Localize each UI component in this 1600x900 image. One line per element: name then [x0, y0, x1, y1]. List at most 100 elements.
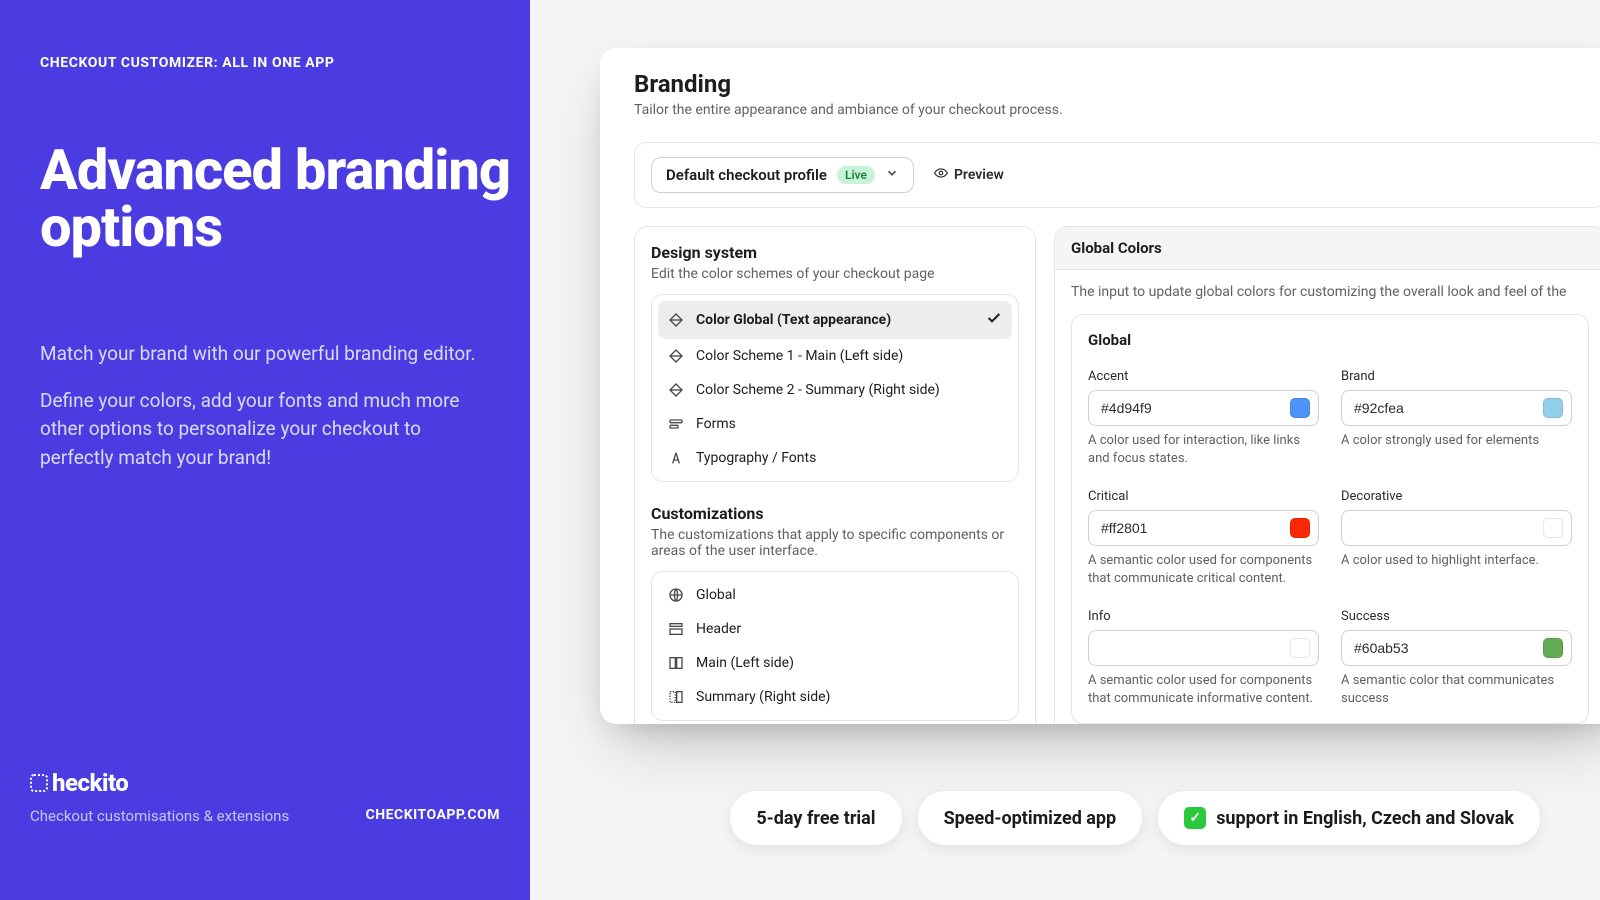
app-canvas: Branding Tailor the entire appearance an… [530, 0, 1600, 900]
custom-item-3[interactable]: Summary (Right side) [658, 680, 1012, 714]
color-value-input[interactable] [1101, 400, 1282, 416]
design-item-label: Typography / Fonts [696, 450, 816, 466]
brand-url: CHECKITOAPP.COM [366, 807, 500, 823]
design-item-2[interactable]: Color Scheme 2 - Summary (Right side) [658, 373, 1012, 407]
subhead-line-1: Match your brand with our powerful brand… [40, 340, 480, 369]
color-value-input[interactable] [1101, 520, 1282, 536]
color-field-label: Decorative [1341, 489, 1402, 504]
pill-speed: Speed-optimized app [918, 791, 1143, 845]
design-item-1[interactable]: Color Scheme 1 - Main (Left side) [658, 339, 1012, 373]
color-value-input[interactable] [1354, 520, 1535, 536]
toolbar: Default checkout profile Live Preview [634, 142, 1600, 208]
brand-logo: heckito [30, 769, 289, 797]
color-input[interactable] [1088, 510, 1319, 546]
page-title: Branding [634, 70, 1600, 98]
color-field-accent: AccentA color used for interaction, like… [1088, 365, 1319, 467]
brand-name: heckito [52, 769, 128, 797]
layout-icon [668, 621, 684, 637]
custom-item-label: Global [696, 587, 736, 603]
color-swatch[interactable] [1290, 638, 1310, 658]
design-system-list: Color Global (Text appearance) Color Sche… [651, 294, 1019, 482]
customizations-title: Customizations [651, 504, 1019, 523]
chevron-down-icon [885, 166, 899, 184]
color-field-label: Brand [1341, 369, 1375, 384]
color-value-input[interactable] [1354, 640, 1535, 656]
color-value-input[interactable] [1354, 400, 1535, 416]
pill-speed-label: Speed-optimized app [944, 808, 1117, 829]
paint-icon [668, 348, 684, 364]
layout-icon [668, 689, 684, 705]
customizations-list: Global Header Main (Left side) Summary (Rig… [651, 571, 1019, 721]
check-icon: ✓ [1184, 807, 1206, 829]
brand-logo-icon [30, 774, 48, 792]
color-input[interactable] [1341, 510, 1572, 546]
design-item-label: Color Scheme 1 - Main (Left side) [696, 348, 903, 364]
live-badge: Live [837, 166, 875, 184]
design-item-4[interactable]: Typography / Fonts [658, 441, 1012, 475]
marketing-panel: CHECKOUT CUSTOMIZER: ALL IN ONE APP Adva… [0, 0, 530, 900]
design-item-label: Color Global (Text appearance) [696, 312, 891, 328]
design-system-card: Design system Edit the color schemes of … [634, 226, 1036, 724]
color-swatch[interactable] [1290, 398, 1310, 418]
color-field-hint: A semantic color used for components tha… [1088, 672, 1319, 707]
color-input[interactable] [1341, 390, 1572, 426]
check-icon [986, 310, 1002, 330]
preview-label: Preview [954, 167, 1004, 183]
global-colors-desc: The input to update global colors for cu… [1055, 270, 1600, 300]
color-field-label: Critical [1088, 489, 1128, 504]
eyebrow-text: CHECKOUT CUSTOMIZER: ALL IN ONE APP [40, 55, 335, 71]
color-swatch[interactable] [1543, 398, 1563, 418]
color-value-input[interactable] [1101, 640, 1282, 656]
color-field-success: Success A semantic color that communicate… [1341, 605, 1572, 707]
color-input[interactable] [1088, 390, 1319, 426]
design-item-0[interactable]: Color Global (Text appearance) [658, 301, 1012, 339]
paint-icon [668, 312, 684, 328]
color-swatch[interactable] [1290, 518, 1310, 538]
page-description: Tailor the entire appearance and ambianc… [634, 102, 1600, 118]
pill-trial-label: 5-day free trial [756, 808, 875, 829]
custom-item-0[interactable]: Global [658, 578, 1012, 612]
color-field-critical: Critical A semantic color used for compon… [1088, 485, 1319, 587]
color-swatch[interactable] [1543, 638, 1563, 658]
pill-support-label: support in English, Czech and Slovak [1216, 808, 1514, 829]
subhead-text: Match your brand with our powerful brand… [40, 340, 480, 472]
paint-icon [668, 450, 684, 466]
pill-support: ✓ support in English, Czech and Slovak [1158, 791, 1540, 845]
layout-icon [668, 587, 684, 603]
color-input[interactable] [1088, 630, 1319, 666]
design-item-3[interactable]: Forms [658, 407, 1012, 441]
pill-trial: 5-day free trial [730, 791, 901, 845]
color-field-hint: A color used to highlight interface. [1341, 552, 1572, 570]
eye-icon [934, 166, 948, 184]
profile-selector[interactable]: Default checkout profile Live [651, 157, 914, 193]
headline-text: Advanced branding options [40, 142, 530, 256]
design-item-label: Color Scheme 2 - Summary (Right side) [696, 382, 940, 398]
feature-pills: 5-day free trial Speed-optimized app ✓ s… [730, 791, 1540, 845]
paint-icon [668, 416, 684, 432]
color-field-label: Accent [1088, 369, 1128, 384]
color-swatch[interactable] [1543, 518, 1563, 538]
color-field-hint: A color strongly used for elements [1341, 432, 1572, 450]
color-field-decorative: Decorative A color used to highlight inte… [1341, 485, 1572, 587]
color-field-brand: Brand A color strongly used for elements [1341, 365, 1572, 467]
paint-icon [668, 382, 684, 398]
custom-item-1[interactable]: Header [658, 612, 1012, 646]
profile-selector-label: Default checkout profile [666, 166, 827, 184]
color-field-info: Info A semantic color used for components… [1088, 605, 1319, 707]
layout-icon [668, 655, 684, 671]
color-field-label: Info [1088, 609, 1111, 624]
color-field-hint: A semantic color that communicates succe… [1341, 672, 1572, 707]
custom-item-label: Summary (Right side) [696, 689, 830, 705]
color-input[interactable] [1341, 630, 1572, 666]
app-window: Branding Tailor the entire appearance an… [600, 48, 1600, 724]
custom-item-label: Main (Left side) [696, 655, 794, 671]
global-colors-section-title: Global [1088, 331, 1572, 349]
color-field-label: Success [1341, 609, 1390, 624]
design-system-desc: Edit the color schemes of your checkout … [651, 266, 1019, 282]
brand-tagline: Checkout customisations & extensions [30, 807, 289, 825]
color-field-hint: A semantic color used for components tha… [1088, 552, 1319, 587]
custom-item-2[interactable]: Main (Left side) [658, 646, 1012, 680]
customizations-desc: The customizations that apply to specifi… [651, 527, 1019, 559]
preview-button[interactable]: Preview [934, 166, 1004, 184]
design-item-label: Forms [696, 416, 736, 432]
